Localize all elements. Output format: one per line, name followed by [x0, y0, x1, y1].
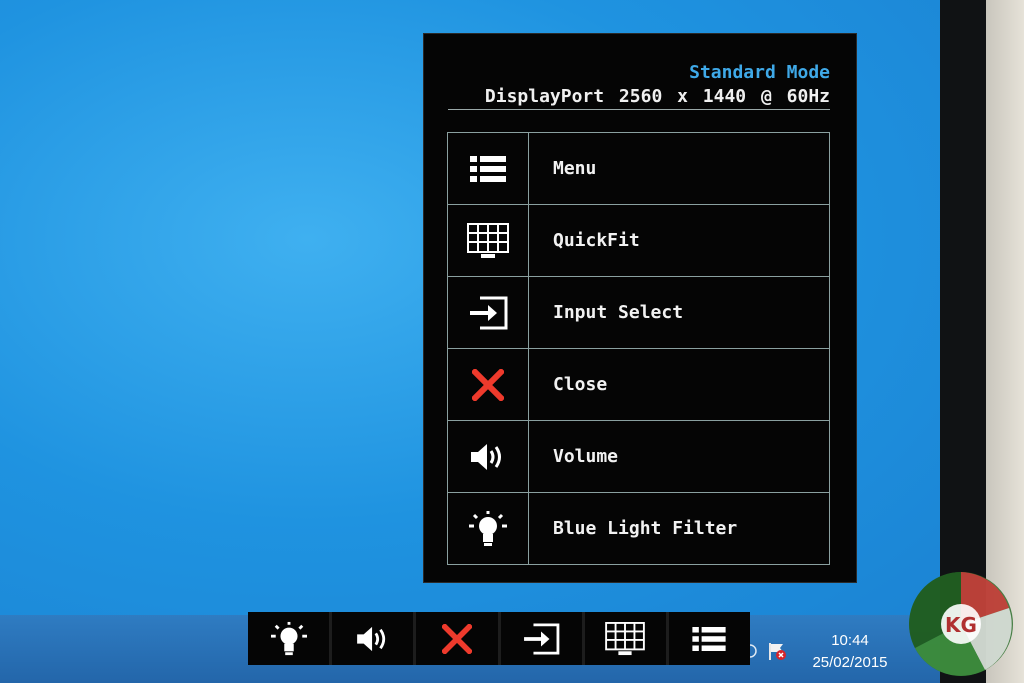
taskbar-clock[interactable]: 10:44 25/02/2015	[800, 630, 900, 674]
osd-item-blue-light-filter[interactable]: Blue Light Filter	[448, 493, 829, 564]
close-x-icon	[441, 623, 472, 654]
logo-text: KG	[945, 613, 977, 637]
osd-item-label: Volume	[553, 446, 619, 467]
clock-date: 25/02/2015	[812, 654, 888, 671]
blue-light-bulb-icon	[270, 621, 307, 655]
blue-light-bulb-icon	[469, 510, 507, 546]
osd-item-label: QuickFit	[553, 230, 640, 251]
osd-item-quickfit[interactable]: QuickFit	[448, 205, 829, 277]
menu-list-icon	[470, 155, 506, 182]
osd-item-label: Input Select	[553, 302, 684, 323]
osd-item-input-select[interactable]: Input Select	[448, 277, 829, 349]
clock-time: 10:44	[831, 632, 869, 649]
input-select-icon	[524, 622, 560, 655]
action-center-flag-icon[interactable]	[766, 640, 788, 662]
osd-item-volume[interactable]: Volume	[448, 421, 829, 493]
quick-button-blue-light[interactable]	[248, 612, 333, 665]
osd-item-menu[interactable]: Menu	[448, 133, 829, 205]
osd-divider	[448, 109, 830, 110]
quick-button-volume[interactable]	[332, 612, 417, 665]
input-signal-info: DisplayPort 2560 x 1440 @ 60Hz	[484, 86, 830, 107]
quick-button-close[interactable]	[416, 612, 501, 665]
volume-speaker-icon	[471, 443, 501, 470]
quick-button-menu[interactable]	[669, 612, 750, 665]
quick-button-input-select[interactable]	[501, 612, 585, 665]
input-select-icon	[470, 296, 508, 329]
picture-mode-label: Standard Mode	[689, 62, 830, 83]
quickfit-grid-icon	[605, 621, 646, 655]
osd-item-label: Close	[553, 374, 608, 395]
menu-list-icon	[692, 626, 727, 651]
quick-button-quickfit[interactable]	[585, 612, 669, 665]
volume-speaker-icon	[356, 626, 385, 651]
osd-item-close[interactable]: Close	[448, 349, 829, 421]
kg-watermark-logo: KG	[909, 572, 1013, 676]
close-x-icon	[472, 368, 504, 401]
osd-item-label: Menu	[553, 158, 597, 179]
osd-menu-list: Menu QuickFit Input Select Close Volume …	[447, 132, 830, 565]
quickfit-grid-icon	[467, 222, 509, 258]
osd-quick-button-bar	[248, 612, 750, 665]
osd-panel: Standard Mode DisplayPort 2560 x 1440 @ …	[423, 33, 857, 583]
osd-item-label: Blue Light Filter	[553, 518, 738, 539]
